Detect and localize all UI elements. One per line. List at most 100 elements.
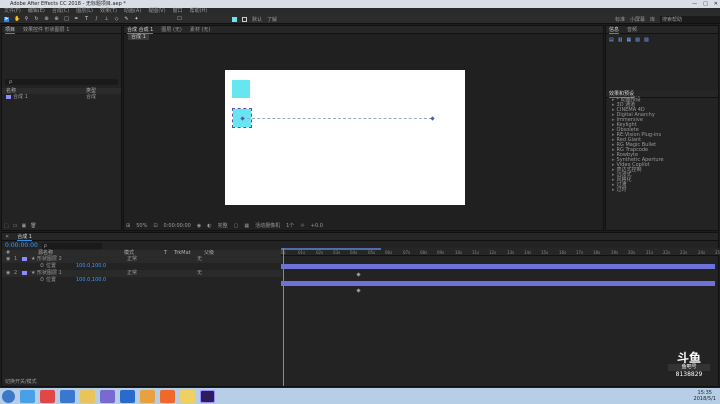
views-select[interactable]: 1个 bbox=[286, 222, 294, 229]
breadcrumb-comp[interactable]: 合成 1 bbox=[128, 34, 149, 40]
puppet-tool-icon[interactable]: ✦ bbox=[134, 16, 139, 22]
tab-footage[interactable]: 素材 (无) bbox=[190, 26, 211, 33]
new-comp-icon[interactable]: ▣ bbox=[21, 223, 26, 229]
snapping-icon[interactable]: ☐ bbox=[177, 16, 182, 22]
current-time-display[interactable]: 0:00:00:00 bbox=[164, 223, 191, 229]
stroke-swatch-icon[interactable] bbox=[242, 16, 247, 22]
layer-mode[interactable]: 正常 bbox=[127, 256, 167, 263]
new-folder-icon[interactable]: ▭ bbox=[13, 223, 18, 229]
layer-bar-1[interactable] bbox=[281, 264, 715, 269]
visibility-icon[interactable]: ◉ bbox=[6, 256, 14, 263]
table-row[interactable]: ⏱ 位置 100.0,100.0 bbox=[2, 263, 282, 270]
toggle-switches-modes[interactable]: 切换开关/模式 bbox=[5, 378, 37, 385]
media-icon[interactable] bbox=[100, 389, 115, 403]
project-search-input[interactable]: ρ bbox=[5, 79, 118, 85]
close-icon[interactable]: ✕ bbox=[714, 0, 718, 8]
list-item[interactable]: 合成 1 合成 bbox=[2, 94, 121, 100]
text-tool-icon[interactable]: T bbox=[84, 16, 89, 22]
start-button-icon[interactable] bbox=[2, 389, 15, 403]
layer-mode[interactable]: 正常 bbox=[127, 270, 167, 277]
pan-behind-tool-icon[interactable]: ⊕ bbox=[54, 16, 59, 22]
motion-path-end-keyframe[interactable] bbox=[430, 116, 435, 121]
app-icon[interactable] bbox=[160, 389, 175, 403]
browser-icon[interactable] bbox=[40, 389, 55, 403]
workspace-libraries[interactable]: 库 bbox=[650, 16, 655, 23]
tab-layer[interactable]: 图层 (无) bbox=[161, 26, 182, 33]
explorer-icon[interactable] bbox=[80, 389, 95, 403]
system-clock[interactable]: 15:35 2018/5/1 bbox=[694, 390, 720, 402]
rectangle-tool-icon[interactable]: □ bbox=[64, 16, 69, 22]
menu-composition[interactable]: 合成(C) bbox=[52, 8, 69, 15]
tab-info[interactable]: 信息 bbox=[609, 26, 620, 34]
timeline-search-input[interactable]: ρ bbox=[41, 242, 102, 249]
layer-label-swatch[interactable] bbox=[22, 257, 27, 261]
folder-icon[interactable] bbox=[180, 389, 195, 403]
menu-layer[interactable]: 图层(L) bbox=[76, 8, 93, 15]
show-channel-icon[interactable]: ◐ bbox=[207, 223, 211, 229]
shape-layer-2[interactable] bbox=[232, 80, 250, 98]
camera-tool-icon[interactable]: ⊛ bbox=[44, 16, 49, 22]
transparency-grid-icon[interactable]: ▦ bbox=[244, 223, 249, 229]
selection-tool-icon[interactable]: ➤ bbox=[4, 16, 9, 22]
menu-help[interactable]: 帮助(H) bbox=[190, 8, 208, 15]
layer-parent[interactable]: 无 bbox=[197, 256, 202, 263]
brush-tool-icon[interactable]: / bbox=[94, 16, 99, 22]
resolution-select[interactable]: 完整 bbox=[218, 222, 228, 229]
column-parent[interactable]: 父级 bbox=[204, 250, 214, 256]
align-bottom-icon[interactable]: ▨ bbox=[644, 37, 649, 43]
table-row[interactable]: ⏱ 位置 100.0,100.0 bbox=[2, 277, 282, 284]
fill-swatch-icon[interactable] bbox=[232, 16, 237, 22]
ps-icon[interactable] bbox=[120, 389, 135, 403]
always-preview-icon[interactable]: ⊞ bbox=[126, 223, 130, 229]
workspace-small-screen[interactable]: 小屏幕 bbox=[630, 16, 645, 23]
menu-animation[interactable]: 动画(A) bbox=[124, 8, 141, 15]
trash-icon[interactable]: 🗑 bbox=[30, 223, 36, 229]
exposure-value[interactable]: +0.0 bbox=[311, 223, 323, 229]
zoom-tool-icon[interactable]: ⚲ bbox=[24, 16, 29, 22]
layer-name[interactable]: 形状图层 1 bbox=[37, 270, 127, 277]
align-right-icon[interactable]: ▦ bbox=[626, 37, 631, 43]
menu-edit[interactable]: 编辑(E) bbox=[28, 8, 45, 15]
zoom-select[interactable]: 50% bbox=[136, 223, 147, 229]
property-value[interactable]: 100.0,100.0 bbox=[76, 277, 106, 284]
composition-canvas[interactable] bbox=[225, 70, 465, 205]
workspace-default[interactable]: 默认 bbox=[252, 16, 262, 23]
roto-tool-icon[interactable]: ✎ bbox=[124, 16, 129, 22]
camera-select[interactable]: 活动摄像机 bbox=[255, 222, 280, 229]
tab-project[interactable]: 项目 bbox=[5, 26, 16, 34]
visibility-icon[interactable]: ◉ bbox=[6, 270, 14, 277]
help-search-input[interactable]: 搜索帮助 bbox=[660, 15, 720, 23]
tab-timeline-comp[interactable]: 合成 1 bbox=[17, 233, 32, 241]
close-tab-icon[interactable]: ✕ bbox=[5, 234, 9, 240]
align-top-icon[interactable]: ▧ bbox=[635, 37, 640, 43]
table-row[interactable]: ◉ 2 ★ 形状图层 1 正常 无 bbox=[2, 270, 282, 277]
interpret-footage-icon[interactable]: ⬚ bbox=[4, 223, 9, 229]
exposure-icon[interactable]: ☼ bbox=[300, 223, 304, 229]
table-row[interactable]: ◉ 1 ★ 形状图层 2 正常 无 bbox=[2, 256, 282, 263]
layer-parent[interactable]: 无 bbox=[197, 270, 202, 277]
minimize-icon[interactable]: — bbox=[692, 0, 697, 8]
workspace-standard[interactable]: 标准 bbox=[615, 16, 625, 23]
tab-audio[interactable]: 音频 bbox=[627, 26, 637, 33]
region-of-interest-icon[interactable]: ▢ bbox=[234, 223, 239, 229]
tab-effect-controls[interactable]: 效果控件 形状图层 1 bbox=[23, 26, 69, 33]
work-area-bar[interactable] bbox=[281, 248, 381, 250]
menu-view[interactable]: 视图(V) bbox=[148, 8, 165, 15]
workspace-learn[interactable]: 了解 bbox=[267, 16, 277, 23]
app-icon[interactable] bbox=[140, 389, 155, 403]
snapshot-icon[interactable]: ◉ bbox=[197, 223, 201, 229]
menu-file[interactable]: 文件(F) bbox=[4, 8, 21, 15]
align-center-icon[interactable]: ▥ bbox=[618, 37, 623, 43]
tab-composition[interactable]: 合成 合成 1 bbox=[127, 26, 154, 34]
layer-bar-2[interactable] bbox=[281, 281, 715, 286]
menu-effect[interactable]: 效果(T) bbox=[100, 8, 117, 15]
after-effects-icon[interactable] bbox=[200, 389, 215, 403]
property-value[interactable]: 100.0,100.0 bbox=[76, 263, 106, 270]
time-ruler[interactable]: 0s01s02s03s04s05s06s07s08s09s10s11s12s13… bbox=[281, 248, 720, 256]
ie-icon[interactable] bbox=[20, 389, 35, 403]
list-item[interactable]: 过时 bbox=[606, 188, 718, 193]
clone-tool-icon[interactable]: ⊥ bbox=[104, 16, 109, 22]
align-left-icon[interactable]: ▤ bbox=[609, 37, 614, 43]
pen-tool-icon[interactable]: ✒ bbox=[74, 16, 79, 22]
eraser-tool-icon[interactable]: ◇ bbox=[114, 16, 119, 22]
